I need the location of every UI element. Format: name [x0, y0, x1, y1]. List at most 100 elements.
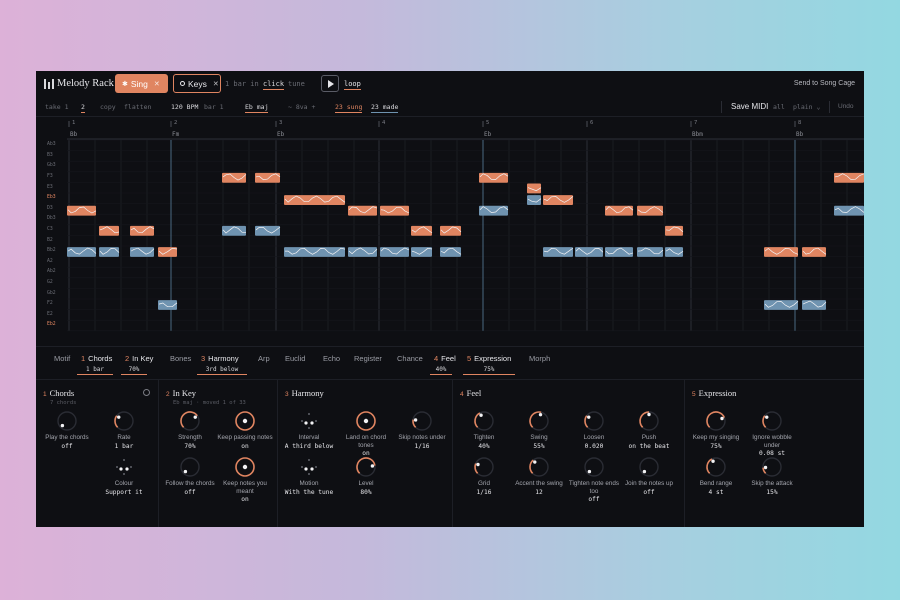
knob-accent-the-swing[interactable]: Accent the swing 12	[511, 456, 567, 496]
all-option[interactable]: all	[773, 103, 785, 111]
sung-count[interactable]: 23 sung	[335, 103, 363, 113]
undo-button[interactable]: Undo	[838, 103, 854, 110]
knob-dial-icon	[584, 411, 604, 431]
bar-number[interactable]: 4	[382, 120, 385, 126]
play-button[interactable]	[321, 75, 339, 92]
settings-icon[interactable]	[143, 389, 150, 396]
knob-motion[interactable]: Motion With the tune	[281, 456, 337, 496]
bar-number[interactable]: 2	[174, 120, 177, 126]
bar-number[interactable]: 1	[72, 120, 75, 126]
sung-note[interactable]	[665, 225, 683, 236]
tab-harmony[interactable]: 3 Harmony	[201, 354, 239, 363]
knob-strength[interactable]: Strength 70%	[162, 410, 218, 450]
keys-mode-button[interactable]: Keys ✕	[173, 74, 221, 93]
sung-note[interactable]	[527, 183, 541, 194]
sing-mode-button[interactable]: ✱ Sing ✕	[115, 74, 168, 93]
made-note[interactable]	[222, 225, 246, 236]
tab-expression[interactable]: 5 Expression	[467, 354, 511, 363]
made-note[interactable]	[348, 247, 377, 257]
tab-morph[interactable]: Morph	[526, 354, 550, 363]
knob-loosen[interactable]: Loosen 0.020	[566, 410, 622, 450]
knob-colour[interactable]: Colour Support it	[96, 456, 152, 496]
flatten-button[interactable]: flatten	[124, 103, 151, 111]
copy-button[interactable]: copy	[100, 103, 116, 111]
bar-number[interactable]: 3	[279, 120, 282, 126]
knob-play-the-chords[interactable]: Play the chords off	[39, 410, 95, 450]
sung-note[interactable]	[130, 225, 154, 236]
made-note[interactable]	[665, 247, 683, 257]
knob-swing[interactable]: Swing 55%	[511, 410, 567, 450]
send-to-song-cage-link[interactable]: Send to Song Cage	[794, 80, 855, 87]
tab-chords[interactable]: 1 Chords	[81, 354, 112, 363]
made-note[interactable]	[67, 247, 96, 257]
tab-motif[interactable]: Motif	[51, 354, 70, 363]
knob-interval[interactable]: Interval A third below	[281, 410, 337, 450]
tab-arp[interactable]: Arp	[255, 354, 270, 363]
knob-push[interactable]: Push on the beat	[621, 410, 677, 450]
bar-number[interactable]: 8	[798, 120, 801, 126]
chord-label[interactable]: Bb	[70, 131, 77, 138]
bar-number[interactable]: 7	[694, 120, 697, 126]
tab-register[interactable]: Register	[351, 354, 382, 363]
chord-label[interactable]: Eb	[484, 131, 491, 138]
knob-join-the-notes-up[interactable]: Join the notes up off	[621, 456, 677, 496]
close-icon[interactable]: ✕	[154, 80, 160, 88]
tab-label: Register	[354, 354, 382, 363]
plain-dropdown[interactable]: plain ⌄	[793, 103, 820, 111]
knob-tighten-note-ends-too[interactable]: Tighten note ends too off	[566, 456, 622, 503]
tab-echo[interactable]: Echo	[320, 354, 340, 363]
knob-grid[interactable]: Grid 1/16	[456, 456, 512, 496]
sung-note[interactable]	[99, 225, 119, 236]
tempo-display[interactable]: 120 BPM	[171, 103, 198, 111]
take-selector[interactable]: 2	[81, 103, 85, 113]
chord-label[interactable]: Eb	[277, 131, 284, 138]
knob-value: off	[588, 496, 600, 503]
tab-in-key[interactable]: 2 In Key	[125, 354, 153, 363]
tab-label: Motif	[54, 354, 71, 363]
made-count[interactable]: 23 made	[371, 103, 399, 113]
knob-bend-range[interactable]: Bend range 4 st	[688, 456, 744, 496]
key-selector[interactable]: Eb maj	[245, 103, 269, 113]
loop-toggle[interactable]: loop	[344, 80, 361, 90]
chord-label[interactable]: Bb	[796, 131, 803, 138]
knob-follow-the-chords[interactable]: Follow the chords off	[162, 456, 218, 496]
hint-tune[interactable]: tune	[288, 80, 305, 88]
knob-tighten[interactable]: Tighten 40%	[456, 410, 512, 450]
made-note[interactable]	[99, 247, 119, 257]
save-midi-button[interactable]: Save MIDI	[731, 102, 768, 111]
tab-chance[interactable]: Chance	[394, 354, 423, 363]
close-icon[interactable]: ✕	[213, 80, 219, 88]
piano-roll[interactable]: 1 2 3 4 5 6 7 8 Bb Fm Eb Eb Bbm Bb Ab3 B3 Gb3 F3 E3 Eb3 D3 Db…	[36, 118, 864, 346]
knob-ignore-wobble-under[interactable]: Ignore wobble under 0.08 st	[744, 410, 800, 457]
piano-roll-canvas[interactable]	[36, 118, 864, 346]
hint-click[interactable]: click	[263, 80, 285, 90]
knob-rate[interactable]: Rate 1 bar	[96, 410, 152, 450]
made-note[interactable]	[637, 247, 663, 257]
knob-keep-notes-you-meant[interactable]: Keep notes you meant on	[217, 456, 273, 503]
note-blocks[interactable]	[67, 172, 864, 310]
knob-keep-passing-notes[interactable]: Keep passing notes on	[217, 410, 273, 450]
knob-skip-the-attack[interactable]: Skip the attack 15%	[744, 456, 800, 496]
tab-euclid[interactable]: Euclid	[282, 354, 305, 363]
note-label: B2	[47, 237, 53, 243]
made-note[interactable]	[802, 300, 826, 310]
knob-land-on-chord-tones[interactable]: Land on chord tones on	[338, 410, 394, 457]
sung-note[interactable]	[605, 205, 633, 216]
octave-control[interactable]: ~ 8va +	[288, 103, 315, 111]
knob-level[interactable]: Level 80%	[338, 456, 394, 496]
knob-keep-my-singing[interactable]: Keep my singing 75%	[688, 410, 744, 450]
bar-number[interactable]: 5	[486, 120, 489, 126]
sung-note[interactable]	[479, 172, 508, 183]
knob-skip-notes-under[interactable]: Skip notes under 1/16	[394, 410, 450, 450]
chord-label[interactable]: Fm	[172, 131, 179, 138]
sung-note[interactable]	[440, 225, 461, 236]
chord-label[interactable]: Bbm	[692, 131, 703, 138]
separator	[721, 101, 722, 113]
made-note[interactable]	[380, 247, 409, 257]
bar-number[interactable]: 6	[590, 120, 593, 126]
tab-feel[interactable]: 4 Feel	[434, 354, 456, 363]
tab-bones[interactable]: Bones	[167, 354, 191, 363]
sung-note[interactable]	[637, 205, 663, 216]
transport-bar: take 1 2 copy flatten 120 BPM bar 1 Eb m…	[36, 97, 864, 117]
made-note[interactable]	[479, 205, 508, 216]
